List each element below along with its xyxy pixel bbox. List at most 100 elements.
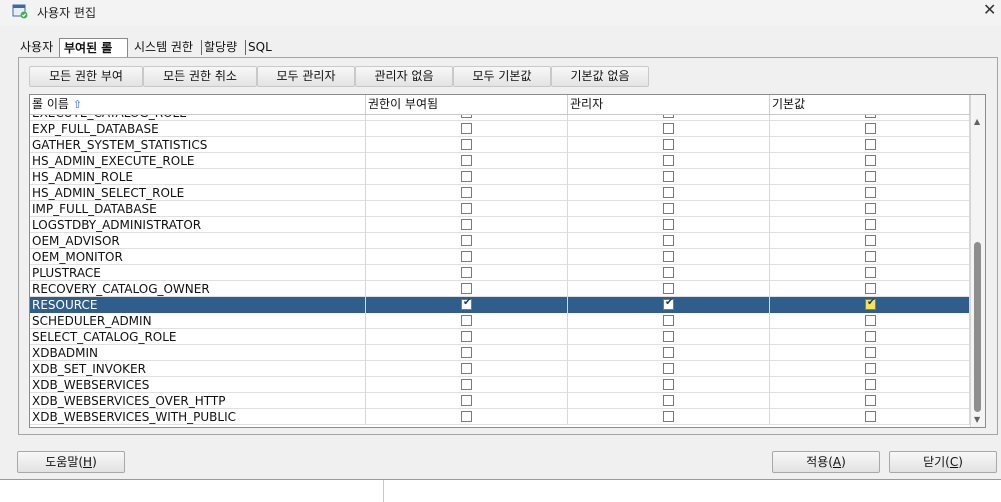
admin-checkbox[interactable] (663, 219, 674, 230)
tab-granted-roles[interactable]: 부여된 롤 (59, 38, 128, 58)
help-button[interactable]: 도움말(H) (17, 451, 125, 473)
table-row[interactable]: GATHER_SYSTEM_STATISTICS (30, 137, 970, 153)
admin-checkbox[interactable] (663, 123, 674, 134)
default-checkbox[interactable] (865, 379, 876, 390)
granted-checkbox[interactable] (461, 395, 472, 406)
table-row[interactable]: SCHEDULER_ADMIN (30, 313, 970, 329)
admin-checkbox[interactable] (663, 347, 674, 358)
granted-checkbox[interactable] (461, 171, 472, 182)
default-checkbox[interactable] (865, 139, 876, 150)
granted-checkbox[interactable] (461, 187, 472, 198)
admin-checkbox[interactable] (663, 235, 674, 246)
admin-checkbox[interactable] (663, 251, 674, 262)
granted-checkbox[interactable] (461, 115, 472, 118)
default-checkbox[interactable] (865, 219, 876, 230)
grant-all-button[interactable]: 모든 권한 부여 (29, 66, 143, 87)
scroll-down-icon[interactable]: ▼ (974, 415, 980, 424)
table-row[interactable]: HS_ADMIN_EXECUTE_ROLE (30, 153, 970, 169)
default-checkbox[interactable] (865, 155, 876, 166)
table-row[interactable]: XDB_WEBSERVICES_WITH_PUBLIC (30, 409, 970, 425)
default-checkbox[interactable] (865, 115, 876, 118)
granted-checkbox[interactable] (461, 139, 472, 150)
table-row[interactable]: XDBADMIN (30, 345, 970, 361)
admin-checkbox[interactable] (663, 115, 674, 118)
admin-checkbox[interactable] (663, 139, 674, 150)
table-row[interactable]: HS_ADMIN_SELECT_ROLE (30, 185, 970, 201)
granted-checkbox[interactable] (461, 347, 472, 358)
granted-checkbox[interactable] (461, 155, 472, 166)
admin-checkbox[interactable] (663, 315, 674, 326)
table-row[interactable]: OEM_MONITOR (30, 249, 970, 265)
table-row[interactable]: OEM_ADVISOR (30, 233, 970, 249)
granted-checkbox[interactable] (461, 251, 472, 262)
tab-user[interactable]: 사용자 (20, 38, 53, 58)
default-checkbox[interactable] (865, 187, 876, 198)
admin-checkbox[interactable] (663, 331, 674, 342)
granted-checkbox[interactable] (461, 363, 472, 374)
table-row[interactable]: EXP_FULL_DATABASE (30, 121, 970, 137)
granted-checkbox[interactable] (461, 411, 472, 422)
admin-checkbox[interactable] (663, 297, 674, 310)
all-default-button[interactable]: 모두 기본값 (453, 66, 551, 87)
granted-checkbox[interactable] (461, 219, 472, 230)
granted-checkbox[interactable] (461, 315, 472, 326)
default-checkbox[interactable] (865, 315, 876, 326)
admin-checkbox[interactable] (663, 267, 674, 278)
default-checkbox[interactable] (865, 347, 876, 358)
admin-checkbox[interactable] (663, 363, 674, 374)
default-checkbox[interactable] (865, 251, 876, 262)
table-row[interactable]: PLUSTRACE (30, 265, 970, 281)
admin-checkbox[interactable] (663, 395, 674, 406)
default-checkbox[interactable] (865, 395, 876, 406)
granted-checkbox[interactable] (461, 267, 472, 278)
granted-checkbox[interactable] (461, 297, 472, 310)
granted-checkbox[interactable] (461, 123, 472, 134)
admin-checkbox[interactable] (663, 411, 674, 422)
table-row[interactable]: RECOVERY_CATALOG_OWNER (30, 281, 970, 297)
close-button[interactable]: 닫기(C) (889, 451, 997, 473)
admin-checkbox[interactable] (663, 155, 674, 166)
table-row[interactable]: IMP_FULL_DATABASE (30, 201, 970, 217)
admin-checkbox[interactable] (663, 203, 674, 214)
table-row[interactable]: XDB_WEBSERVICES_OVER_HTTP (30, 393, 970, 409)
admin-checkbox[interactable] (663, 171, 674, 182)
scrollbar-thumb[interactable] (974, 242, 981, 412)
granted-checkbox[interactable] (461, 203, 472, 214)
default-checkbox[interactable] (865, 123, 876, 134)
column-header-granted[interactable]: 권한이 부여됨 (366, 95, 568, 114)
revoke-all-button[interactable]: 모든 권한 취소 (143, 66, 257, 87)
no-admin-button[interactable]: 관리자 없음 (355, 66, 453, 87)
no-default-button[interactable]: 기본값 없음 (551, 66, 649, 87)
admin-checkbox[interactable] (663, 379, 674, 390)
default-checkbox[interactable] (865, 363, 876, 374)
table-row[interactable]: LOGSTDBY_ADMINISTRATOR (30, 217, 970, 233)
granted-checkbox[interactable] (461, 283, 472, 294)
admin-checkbox[interactable] (663, 283, 674, 294)
default-checkbox[interactable] (865, 267, 876, 278)
column-header-default[interactable]: 기본값 (770, 95, 970, 114)
default-checkbox[interactable] (865, 171, 876, 182)
all-admin-button[interactable]: 모두 관리자 (257, 66, 355, 87)
granted-checkbox[interactable] (461, 235, 472, 246)
column-header-admin[interactable]: 관리자 (568, 95, 770, 114)
vertical-scrollbar[interactable]: ▲ ▼ (970, 95, 985, 427)
table-row[interactable]: XDB_SET_INVOKER (30, 361, 970, 377)
scroll-up-icon[interactable]: ▲ (974, 117, 980, 126)
admin-checkbox[interactable] (663, 187, 674, 198)
table-row[interactable]: SELECT_CATALOG_ROLE (30, 329, 970, 345)
tab-quota[interactable]: 할당량 (204, 38, 237, 58)
default-checkbox[interactable] (865, 283, 876, 294)
table-row[interactable]: RESOURCE (30, 297, 970, 313)
granted-checkbox[interactable] (461, 379, 472, 390)
tab-system-privileges[interactable]: 시스템 권한 (134, 38, 193, 58)
apply-button[interactable]: 적용(A) (772, 451, 880, 473)
close-icon[interactable]: ✕ (983, 0, 996, 19)
column-header-role-name[interactable]: 롤 이름 ⇧ (30, 95, 366, 114)
tab-sql[interactable]: SQL (248, 38, 272, 58)
granted-checkbox[interactable] (461, 331, 472, 342)
default-checkbox[interactable] (865, 411, 876, 422)
default-checkbox[interactable] (865, 297, 876, 310)
table-row[interactable]: XDB_WEBSERVICES (30, 377, 970, 393)
table-row[interactable]: HS_ADMIN_ROLE (30, 169, 970, 185)
default-checkbox[interactable] (865, 203, 876, 214)
